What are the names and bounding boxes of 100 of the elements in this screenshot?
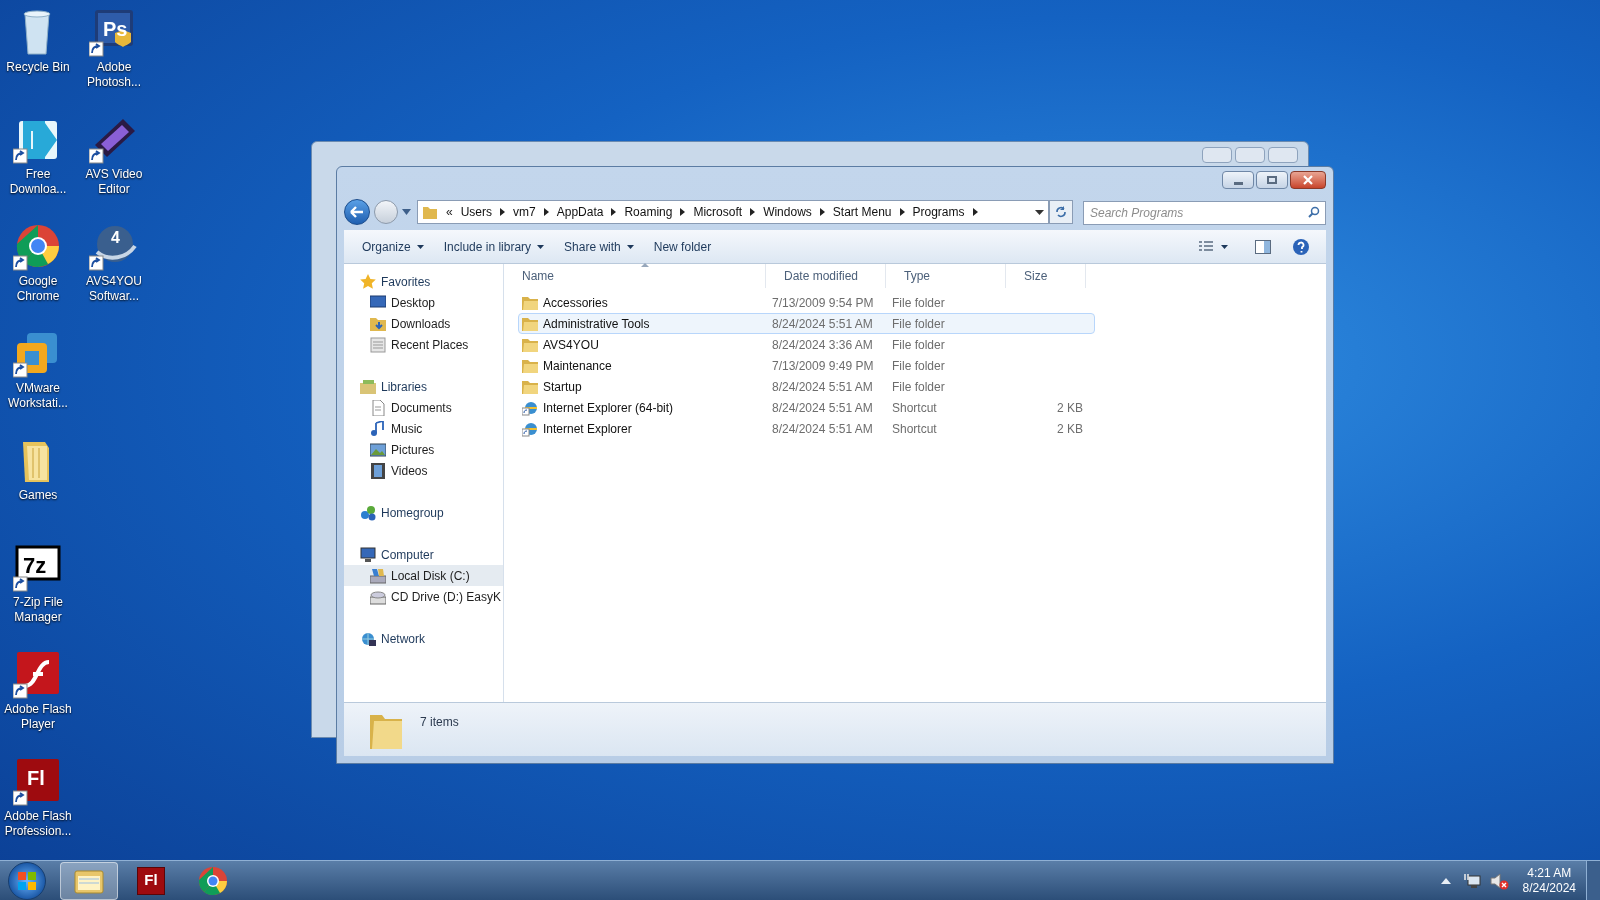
caret-icon[interactable] [402, 209, 411, 215]
file-type: File folder [891, 315, 946, 333]
file-type: File folder [891, 294, 946, 312]
date-modified: 7/13/2009 9:49 PM [771, 357, 875, 375]
network-icon[interactable] [1462, 872, 1481, 889]
overflow-chevron[interactable]: « [446, 203, 453, 221]
toolbar-button[interactable]: New folder [645, 234, 720, 259]
file-name: Internet Explorer [543, 420, 632, 438]
nav-group[interactable]: Libraries [344, 376, 503, 397]
date-modified: 8/24/2024 3:36 AM [771, 336, 874, 354]
show-hidden-icons-icon[interactable] [1440, 877, 1451, 884]
chevron-icon [899, 208, 905, 216]
breadcrumb[interactable]: Microsoft [693, 203, 743, 221]
breadcrumb[interactable]: Programs [912, 203, 965, 221]
date-modified: 8/24/2024 5:51 AM [771, 315, 874, 333]
breadcrumb[interactable]: vm7 [513, 203, 536, 221]
show-desktop-button[interactable] [1586, 860, 1600, 900]
desktop-icon-label[interactable]: AVS4YOU Softwar... [76, 274, 152, 304]
file-type: Shortcut [891, 399, 938, 417]
desktop-icon-label[interactable]: Free Downloa... [0, 167, 76, 197]
desktop-icon-label[interactable]: Adobe Flash Player [0, 702, 76, 732]
file-row[interactable]: Internet Explorer 8/24/2024 5:51 AM Shortcut 2 KB [518, 418, 1095, 439]
chevron-icon [543, 208, 549, 216]
monitor-icon [370, 294, 386, 311]
desktop-icon-label[interactable]: Games [0, 488, 76, 503]
column-header[interactable]: Size [1006, 264, 1086, 288]
breadcrumb[interactable]: AppData [556, 203, 604, 221]
folder-icon [522, 295, 538, 310]
breadcrumb[interactable]: Windows [763, 203, 812, 221]
file-type: Shortcut [891, 420, 938, 438]
windows-logo-icon [17, 870, 37, 891]
clock-date[interactable]: 8/24/2024 [1522, 880, 1576, 896]
file-type: File folder [891, 336, 946, 354]
picture-icon [370, 441, 386, 458]
download-folder-icon [370, 315, 386, 332]
column-header[interactable]: Date modified [766, 264, 886, 288]
caret-icon [626, 244, 634, 249]
desktop-icon-label[interactable]: 7-Zip File Manager [0, 595, 76, 625]
file-row[interactable]: AVS4YOU 8/24/2024 3:36 AM File folder [518, 334, 1095, 355]
file-row[interactable]: Administrative Tools 8/24/2024 5:51 AM File folder [518, 313, 1095, 334]
nav-item[interactable]: CD Drive (D:) EasyK [344, 586, 503, 607]
breadcrumb[interactable]: Users [460, 203, 493, 221]
nav-group[interactable]: Computer [344, 544, 503, 565]
nav-item[interactable]: Videos [344, 460, 503, 481]
desktop-icon-label[interactable]: Adobe Photosh... [76, 60, 152, 90]
address-bar[interactable]: « Users vm7 AppData Roaming Microsoft Windows Start Menu Programs [417, 200, 1049, 224]
file-row[interactable]: Accessories 7/13/2009 9:54 PM File folder [518, 292, 1095, 313]
caret-icon [1035, 209, 1044, 215]
date-modified: 8/24/2024 5:51 AM [771, 399, 874, 417]
flash-professional-icon: Fl [137, 866, 165, 895]
nav-group[interactable]: Homegroup [344, 502, 503, 523]
toolbar-button[interactable]: Organize [354, 234, 432, 259]
nav-group[interactable]: Favorites [344, 271, 503, 292]
toolbar-button[interactable]: Include in library [435, 234, 553, 259]
file-size: 2 KB [1057, 420, 1083, 438]
desktop-icon-label[interactable]: Recycle Bin [0, 60, 76, 75]
refresh-button[interactable] [1049, 200, 1073, 224]
file-name: Maintenance [543, 357, 612, 375]
desktop-icon-label[interactable]: VMware Workstati... [0, 381, 76, 411]
item-count: 7 items [420, 714, 459, 731]
file-row[interactable]: Internet Explorer (64-bit) 8/24/2024 5:51 AM Shortcut 2 KB [518, 397, 1095, 418]
nav-item[interactable]: Local Disk (C:) [344, 565, 503, 586]
maximize-button[interactable] [1256, 171, 1288, 189]
file-row[interactable]: Maintenance 7/13/2009 9:49 PM File folder [518, 355, 1095, 376]
file-type: File folder [891, 357, 946, 375]
close-button[interactable] [1290, 171, 1326, 189]
breadcrumb[interactable]: Start Menu [832, 203, 892, 221]
column-header[interactable]: Type [886, 264, 1006, 288]
chevron-icon [819, 208, 825, 216]
nav-item[interactable]: Downloads [344, 313, 503, 334]
taskbar-button[interactable] [60, 861, 118, 900]
desktop-icon-label[interactable]: Google Chrome [0, 274, 76, 304]
file-row[interactable]: Startup 8/24/2024 5:51 AM File folder [518, 376, 1095, 397]
back-button[interactable] [344, 199, 370, 225]
breadcrumb[interactable]: Roaming [624, 203, 673, 221]
taskbar-button[interactable]: Fl [122, 861, 180, 900]
start-button[interactable] [8, 861, 46, 900]
muted-speaker-icon[interactable] [1488, 871, 1509, 890]
minimize-button[interactable] [1222, 171, 1254, 189]
caret-icon [416, 244, 424, 249]
back-arrow-icon [350, 206, 364, 218]
nav-item[interactable]: Desktop [344, 292, 503, 313]
search-field[interactable]: Search Programs [1083, 201, 1326, 225]
nav-item[interactable]: Pictures [344, 439, 503, 460]
chevron-icon [972, 208, 978, 216]
document-icon [370, 399, 386, 416]
music-note-icon [370, 420, 386, 437]
caret-icon [1221, 244, 1228, 249]
nav-item[interactable]: Recent Places [344, 334, 503, 355]
shortcut-icon [522, 420, 538, 437]
file-name: Startup [543, 378, 582, 396]
clock-time[interactable]: 4:21 AM [1527, 865, 1572, 881]
nav-item[interactable]: Music [344, 418, 503, 439]
preview-pane-icon [1255, 239, 1271, 254]
nav-item[interactable]: Documents [344, 397, 503, 418]
desktop-icon-label[interactable]: AVS Video Editor [76, 167, 152, 197]
toolbar-button[interactable]: Share with [556, 234, 642, 259]
nav-group[interactable]: Network [344, 628, 503, 649]
desktop-icon-label[interactable]: Adobe Flash Profession... [0, 809, 76, 839]
folder-icon [422, 205, 438, 219]
